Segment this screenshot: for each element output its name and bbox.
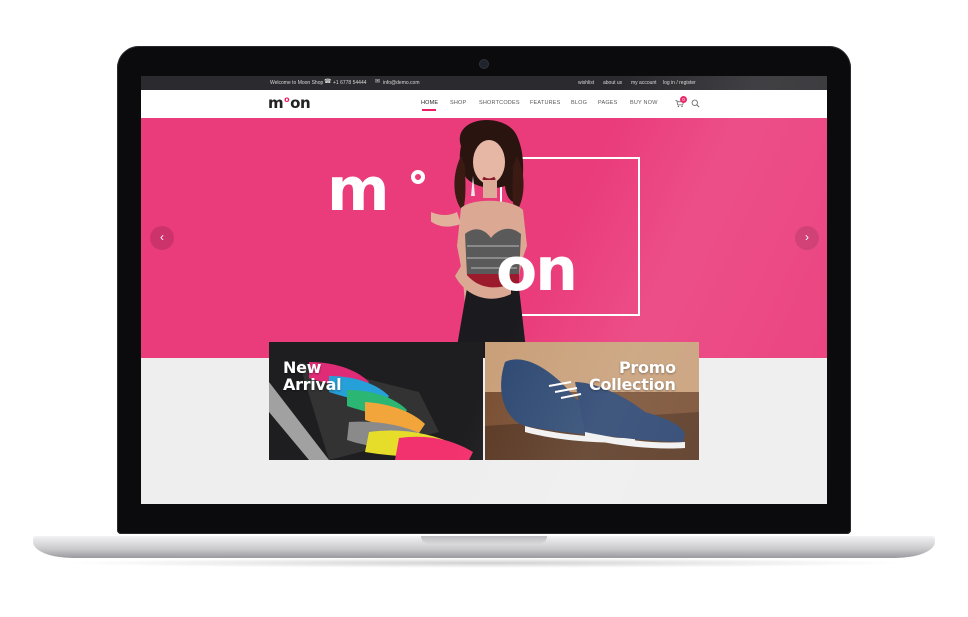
nav-buy-now[interactable]: BUY NOW: [630, 100, 658, 106]
arrow-left-icon[interactable]: ‹: [150, 226, 174, 250]
hero-logo-degree: [411, 170, 425, 184]
banner-new-arrival-title-2: Arrival: [283, 375, 342, 394]
welcome-text: Welcome to Moon Shop: [270, 80, 324, 86]
hero-logo-left: m: [327, 155, 390, 225]
logo-text-left: m: [268, 94, 284, 112]
logo-text-right: on: [290, 94, 311, 112]
cart-count-badge: 0: [680, 96, 687, 103]
phone-icon: ☎: [324, 79, 332, 85]
my-account-link[interactable]: my account: [631, 80, 657, 86]
banner-new-arrival-title-1: New: [283, 358, 322, 377]
banner-promo-title-2: Collection: [589, 375, 676, 394]
wishlist-link[interactable]: wishlist: [578, 80, 594, 86]
nav-shortcodes[interactable]: SHORTCODES: [479, 100, 520, 106]
nav-blog[interactable]: BLOG: [571, 100, 587, 106]
nav-home[interactable]: HOME: [421, 100, 438, 106]
search-icon[interactable]: [691, 99, 700, 108]
arrow-right-icon[interactable]: ›: [795, 226, 819, 250]
main-navbar: moon HOME SHOP SHORTCODES FEATURES BLOG …: [141, 90, 827, 118]
nav-shop[interactable]: SHOP: [450, 100, 466, 106]
site-logo[interactable]: moon: [268, 94, 311, 112]
nav-pages[interactable]: PAGES: [598, 100, 618, 106]
login-register-link[interactable]: log in / register: [663, 80, 696, 86]
top-bar: Welcome to Moon Shop ☎ +1 6778 54444 ✉ i…: [141, 76, 827, 90]
hero-logo-right: on: [496, 235, 578, 305]
banner-promo-title-1: Promo: [619, 358, 676, 377]
laptop-notch: [421, 536, 547, 544]
laptop-screen: Welcome to Moon Shop ☎ +1 6778 54444 ✉ i…: [141, 76, 827, 504]
email-link[interactable]: info@demo.com: [383, 80, 419, 86]
banner-promo-collection[interactable]: Promo Collection: [485, 342, 699, 460]
webcam-icon: [479, 59, 489, 69]
about-us-link[interactable]: about us: [603, 80, 622, 86]
logo-degree: o: [284, 95, 290, 104]
phone-number: +1 6778 54444: [333, 80, 367, 86]
banner-new-arrival[interactable]: New Arrival: [269, 342, 483, 460]
nav-features[interactable]: FEATURES: [530, 100, 561, 106]
mail-icon: ✉: [374, 79, 381, 85]
laptop-shadow: [60, 558, 908, 568]
nav-active-indicator: [422, 109, 436, 111]
hero-slider: m on ‹ ›: [141, 118, 827, 358]
